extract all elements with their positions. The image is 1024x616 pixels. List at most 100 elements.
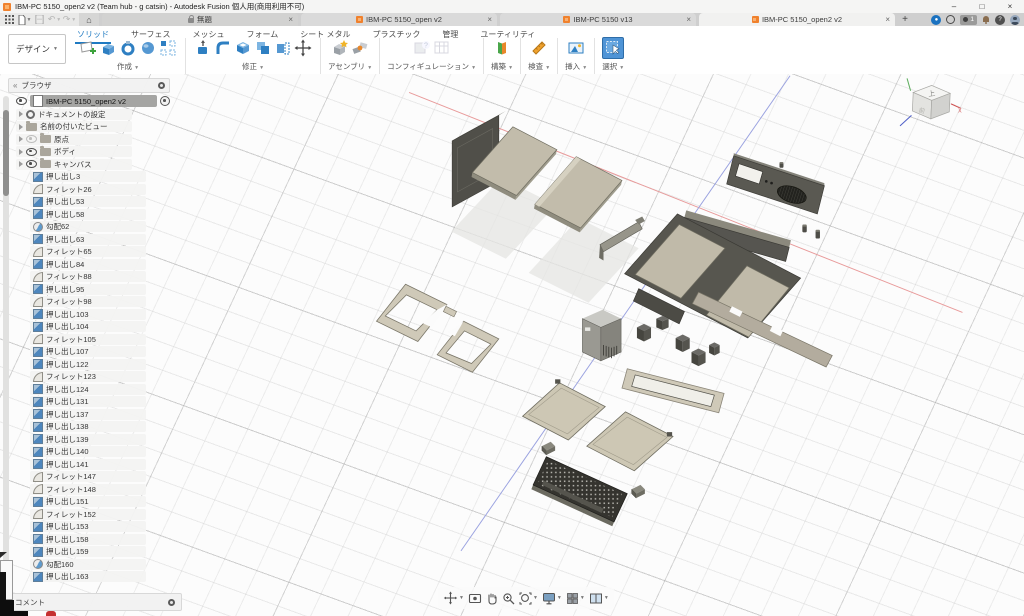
browser-header[interactable]: « ブラウザ xyxy=(8,78,170,93)
browser-feature-item[interactable]: 押し出し153 xyxy=(30,521,146,532)
browser-feature-item[interactable]: フィレット65 xyxy=(30,246,146,257)
group-label-insert[interactable]: 挿入 ▼ xyxy=(565,61,587,72)
browser-feature-item[interactable]: 押し出し140 xyxy=(30,446,146,457)
tab-close-icon[interactable]: × xyxy=(686,15,691,24)
browser-feature-item[interactable]: 押し出し53 xyxy=(30,196,146,207)
timeline-position-marker[interactable] xyxy=(46,611,56,616)
new-component-icon[interactable] xyxy=(330,38,350,58)
model-connector-a[interactable] xyxy=(542,442,555,455)
browser-feature-item[interactable]: 押し出し107 xyxy=(30,346,146,357)
model-knob-b[interactable] xyxy=(816,230,820,239)
group-label-construct[interactable]: 構築 ▼ xyxy=(491,61,513,72)
pattern-icon[interactable] xyxy=(158,38,178,58)
browser-feature-item[interactable]: 押し出し163 xyxy=(30,571,146,582)
model-side-plate-b[interactable] xyxy=(587,412,673,471)
browser-feature-item[interactable]: フィレット105 xyxy=(30,334,146,345)
save-icon[interactable] xyxy=(32,14,47,25)
avatar[interactable] xyxy=(1010,15,1020,25)
browser-feature-item[interactable]: 押し出し84 xyxy=(30,259,146,270)
tab-ibm-pc-5150-open2-v2[interactable]: IBM-PC 5150_open2 v2 × xyxy=(699,13,895,26)
close-button[interactable]: × xyxy=(996,0,1024,13)
browser-feature-item[interactable]: 勾配62 xyxy=(30,221,146,232)
group-label-inspect[interactable]: 検査 ▼ xyxy=(528,61,550,72)
construct-plane-icon[interactable] xyxy=(492,38,512,58)
comment-bar[interactable]: コメント xyxy=(8,593,182,611)
design-workspace-menu[interactable]: デザイン▼ xyxy=(8,34,66,64)
notification-center[interactable]: 1 xyxy=(960,15,977,25)
tab-close-icon[interactable]: × xyxy=(487,15,492,24)
browser-feature-item[interactable]: フィレット148 xyxy=(30,484,146,495)
comment-settings-icon[interactable] xyxy=(168,599,175,606)
tab-untitled[interactable]: 無題 × xyxy=(102,13,298,26)
browser-feature-item[interactable]: 押し出し63 xyxy=(30,234,146,245)
bell-icon[interactable] xyxy=(982,16,990,24)
tab-ibm-pc-5150-v13[interactable]: IBM-PC 5150 v13 × xyxy=(500,13,696,26)
expand-arrow-icon[interactable] xyxy=(19,136,23,142)
browser-feature-item[interactable]: 押し出し104 xyxy=(30,321,146,332)
browser-feature-item[interactable]: フィレット152 xyxy=(30,509,146,520)
group-label-configuration[interactable]: コンフィギュレーション ▼ xyxy=(387,61,476,72)
group-label-assembly[interactable]: アセンブリ ▼ xyxy=(328,61,372,72)
orbit-icon[interactable]: ▼ xyxy=(443,591,464,605)
new-tab-button[interactable]: + xyxy=(898,13,912,26)
extensions-icon[interactable] xyxy=(946,15,955,24)
group-label-create[interactable]: 作成 ▼ xyxy=(117,61,139,72)
model-front-bezel[interactable] xyxy=(727,153,825,214)
browser-feature-item[interactable]: 押し出し124 xyxy=(30,384,146,395)
viewport-canvas[interactable]: 上 前 X « ブラウザ IBM-PC 5150_open2 v2 xyxy=(0,74,1024,616)
zoom-icon[interactable] xyxy=(502,592,515,605)
browser-feature-item[interactable]: 押し出し139 xyxy=(30,434,146,445)
display-settings-icon[interactable]: ▼ xyxy=(542,592,562,605)
group-label-modify[interactable]: 修正 ▼ xyxy=(242,61,264,72)
browser-feature-item[interactable]: フィレット98 xyxy=(30,296,146,307)
model-drive-block[interactable] xyxy=(676,334,690,352)
joint-icon[interactable] xyxy=(350,38,370,58)
home-icon[interactable]: ⌂ xyxy=(79,13,99,26)
view-cube[interactable]: 上 前 X xyxy=(900,78,962,126)
sphere-icon[interactable] xyxy=(138,38,158,58)
create-sketch-icon[interactable] xyxy=(78,38,98,58)
browser-root-row[interactable]: IBM-PC 5150_open2 v2 xyxy=(16,95,170,107)
revolve-icon[interactable] xyxy=(118,38,138,58)
help-icon[interactable]: ? xyxy=(995,15,1005,25)
fillet-icon[interactable] xyxy=(213,38,233,58)
model-drive-block[interactable] xyxy=(656,316,668,330)
model-drive-block[interactable] xyxy=(691,349,705,367)
activate-component-radio[interactable] xyxy=(160,96,170,106)
browser-feature-item[interactable]: フィレット123 xyxy=(30,371,146,382)
model-side-plate-a[interactable] xyxy=(523,379,606,440)
browser-feature-item[interactable]: 押し出し158 xyxy=(30,534,146,545)
grid-snaps-icon[interactable]: ▼ xyxy=(566,592,585,605)
expand-arrow-icon[interactable] xyxy=(19,149,23,155)
browser-feature-item[interactable]: 勾配160 xyxy=(30,559,146,570)
tab-ibm-pc-5150-open-v2[interactable]: IBM-PC 5150_open v2 × xyxy=(301,13,497,26)
minimize-button[interactable]: – xyxy=(940,0,968,13)
browser-item-origin[interactable]: 原点 xyxy=(16,134,132,145)
browser-feature-item[interactable]: フィレット88 xyxy=(30,271,146,282)
browser-feature-item[interactable]: 押し出し138 xyxy=(30,421,146,432)
group-label-select[interactable]: 選択 ▼ xyxy=(602,61,624,72)
browser-item-named-views[interactable]: 名前の付いたビュー xyxy=(16,121,132,132)
browser-feature-item[interactable]: 押し出し103 xyxy=(30,309,146,320)
browser-item-document-settings[interactable]: ドキュメントの設定 xyxy=(16,109,132,120)
configure-icon[interactable]: ? xyxy=(412,38,432,58)
visibility-eye-icon[interactable] xyxy=(26,135,37,143)
look-at-icon[interactable] xyxy=(468,592,482,605)
model-bracket-b[interactable] xyxy=(437,321,499,372)
collapse-panel-icon[interactable]: « xyxy=(13,81,17,90)
visibility-eye-icon[interactable] xyxy=(26,160,37,168)
browser-feature-item[interactable]: 押し出し3 xyxy=(30,171,146,182)
tab-close-icon[interactable]: × xyxy=(288,15,293,24)
model-knob-top[interactable] xyxy=(779,162,783,168)
fit-icon[interactable]: ▼ xyxy=(519,592,538,605)
browser-feature-item[interactable]: 押し出し58 xyxy=(30,209,146,220)
model-drive-block[interactable] xyxy=(709,342,720,355)
file-menu-icon[interactable]: ▼ xyxy=(17,14,32,25)
model-keyboard[interactable] xyxy=(531,457,627,527)
model-top-cover-b[interactable] xyxy=(534,157,622,233)
viewports-icon[interactable]: ▼ xyxy=(589,592,609,605)
extrude-icon[interactable] xyxy=(98,38,118,58)
visibility-eye-icon[interactable] xyxy=(26,148,37,156)
expand-arrow-icon[interactable] xyxy=(19,124,23,130)
maximize-button[interactable]: □ xyxy=(968,0,996,13)
